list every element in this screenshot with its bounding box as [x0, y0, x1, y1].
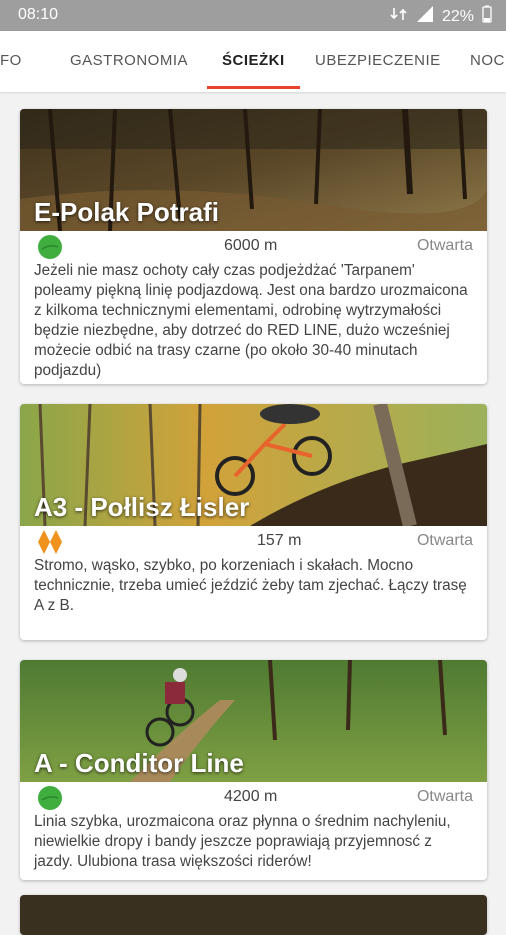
orange-double-diamond-icon — [37, 529, 63, 555]
battery-icon — [482, 5, 492, 28]
status-bar: 08:10 22% — [0, 0, 506, 31]
tab-noc[interactable]: NOC — [470, 52, 505, 69]
battery-percent: 22% — [441, 7, 474, 25]
trail-card[interactable]: A - Conditor Line 4200 m Otwarta Linia s… — [20, 660, 487, 880]
trail-card[interactable]: A3 - Połlisz Łisler 157 m Otwarta Stromo… — [20, 404, 487, 640]
trail-title: A - Conditor Line — [34, 748, 244, 778]
tab-sciezki[interactable]: ŚCIEŻKI — [222, 52, 285, 69]
tab-bar: INFO GASTRONOMIA ŚCIEŻKI UBEZPIECZENIE N… — [0, 31, 506, 92]
trail-card[interactable]: E-Polak Potrafi 6000 m Otwarta Jeżeli ni… — [20, 109, 487, 384]
status-time: 08:10 — [18, 6, 59, 23]
trail-status: Otwarta — [416, 532, 473, 549]
trail-card[interactable] — [20, 895, 487, 935]
data-transfer-icon — [390, 6, 408, 27]
trail-description: Stromo, wąsko, szybko, po korzeniach i s… — [34, 557, 467, 614]
trail-description: Jeżeli nie masz ochoty cały czas podjeżd… — [34, 262, 468, 379]
tab-gastronomia[interactable]: GASTRONOMIA — [70, 52, 188, 69]
trail-description: Linia szybka, urozmaicona oraz płynna o … — [34, 813, 451, 870]
trail-meta: 4200 m Otwarta — [20, 782, 487, 812]
trail-distance: 4200 m — [224, 788, 278, 805]
trail-meta: 157 m Otwarta — [20, 526, 487, 556]
trail-status: Otwarta — [416, 788, 473, 805]
green-circle-icon — [37, 785, 63, 811]
green-circle-icon — [37, 234, 63, 260]
trail-distance: 6000 m — [224, 237, 278, 254]
tab-info[interactable]: INFO — [0, 52, 22, 69]
trail-meta: 6000 m Otwarta — [20, 231, 487, 261]
trail-status: Otwarta — [416, 237, 473, 254]
status-icons: 22% — [390, 5, 492, 28]
trail-title: A3 - Połlisz Łisler — [34, 492, 250, 522]
signal-icon — [416, 5, 434, 28]
trail-title: E-Polak Potrafi — [34, 197, 219, 227]
trail-distance: 157 m — [257, 532, 302, 549]
active-tab-indicator — [207, 86, 300, 89]
tab-ubezpieczenie[interactable]: UBEZPIECZENIE — [315, 52, 441, 69]
